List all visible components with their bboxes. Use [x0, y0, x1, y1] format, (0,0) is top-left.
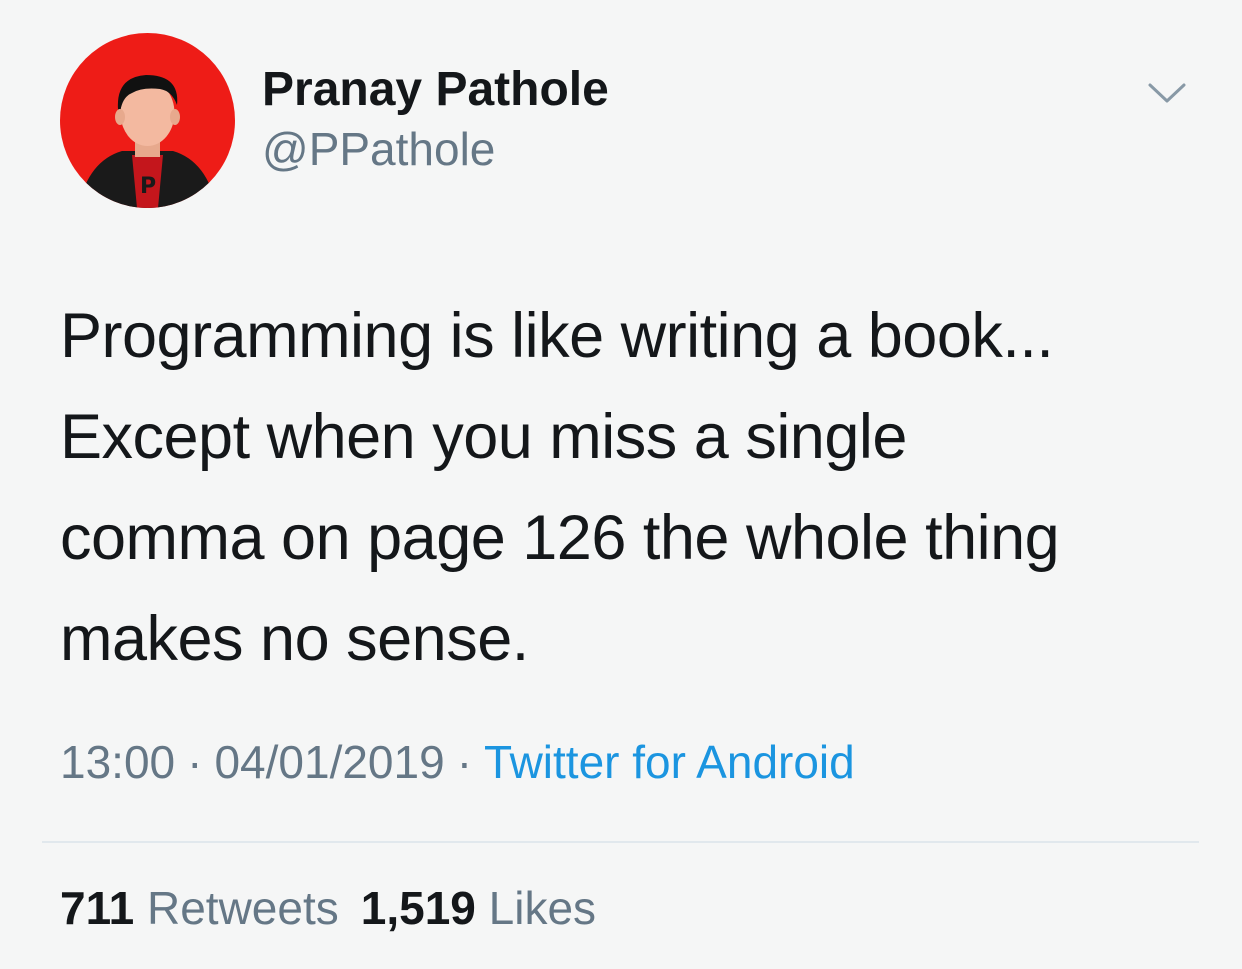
chevron-down-icon [1148, 83, 1186, 103]
tweet-text: Programming is like writing a book... Ex… [60, 301, 1060, 674]
tweet-metadata: 13:00 · 04/01/2019 · Twitter for Android [60, 734, 855, 790]
tweet-source-link[interactable]: Twitter for Android [484, 736, 855, 788]
meta-separator: · [456, 736, 473, 788]
author-display-name[interactable]: Pranay Pathole [262, 62, 609, 118]
shirt-letter: P [140, 174, 156, 199]
avatar[interactable]: P [60, 33, 235, 208]
tweet-menu-button[interactable] [1146, 78, 1188, 108]
likes-label: Likes [488, 882, 597, 934]
tweet-stats: 711 Retweets 1,519 Likes [60, 880, 596, 936]
likes-count: 1,519 [360, 882, 476, 934]
retweets-stat[interactable]: 711 Retweets [60, 882, 339, 934]
retweets-count: 711 [60, 882, 135, 934]
tweet-date: 04/01/2019 [214, 736, 445, 788]
meta-separator: · [187, 736, 203, 788]
author-handle[interactable]: @PPathole [262, 122, 495, 176]
retweets-label: Retweets [147, 882, 339, 934]
divider [42, 841, 1199, 843]
tweet-time: 13:00 [60, 736, 176, 788]
likes-stat[interactable]: 1,519 Likes [361, 882, 596, 934]
profile-avatar-icon: P [60, 33, 235, 208]
